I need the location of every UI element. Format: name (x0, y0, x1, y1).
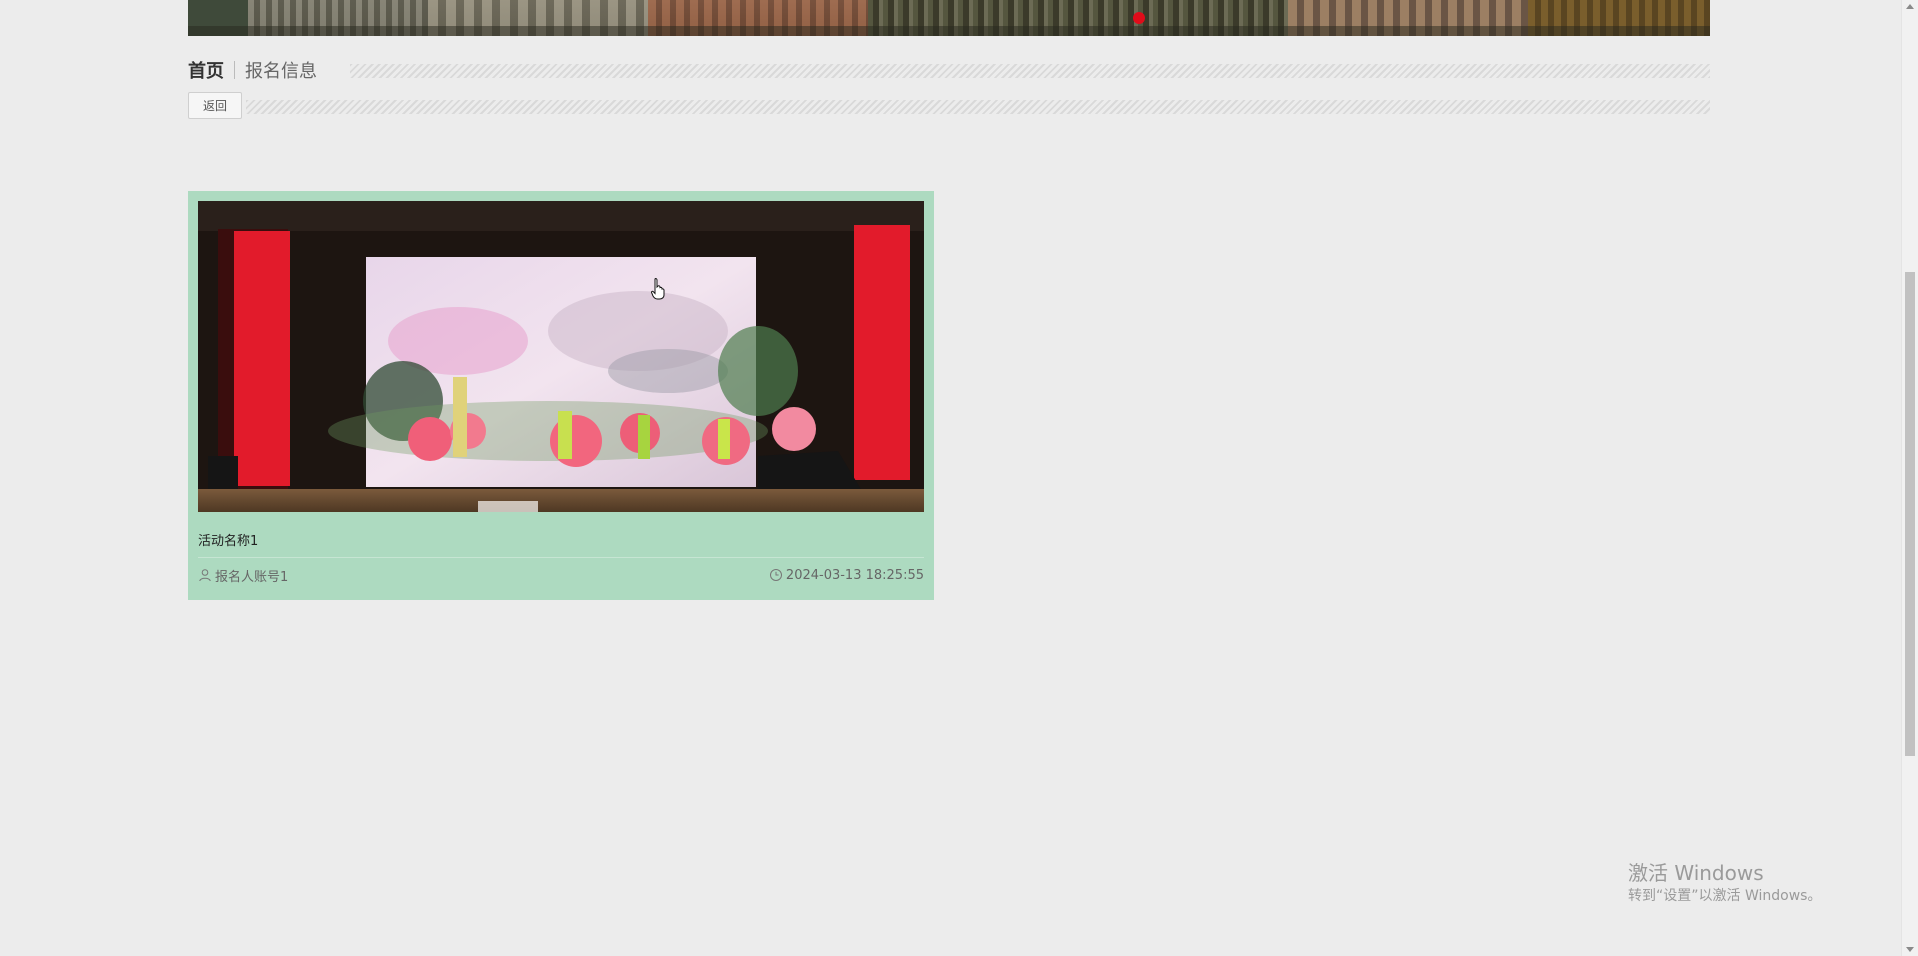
breadcrumb-current: 报名信息 (245, 61, 317, 82)
record-user-label: 报名人账号1 (215, 569, 289, 585)
carousel-indicator-dot[interactable] (1133, 12, 1145, 24)
decorative-stripe (246, 100, 1710, 114)
back-button[interactable]: 返回 (188, 92, 242, 119)
stage-performance-image (198, 201, 924, 512)
record-card[interactable]: 活动名称1 报名人账号1 2024-03-13 18:25:55 (188, 191, 934, 600)
banner-shadow (188, 26, 1710, 36)
hand-cursor-icon (651, 278, 665, 300)
record-title[interactable]: 活动名称1 (198, 530, 258, 549)
vertical-scrollbar[interactable] (1901, 0, 1918, 956)
banner-carousel[interactable] (188, 0, 1710, 36)
windows-activation-watermark: 激活 Windows 转到“设置”以激活 Windows。 (1628, 860, 1821, 906)
user-icon (199, 569, 211, 582)
breadcrumb: 首页 报名信息 (188, 56, 317, 84)
watermark-subtitle: 转到“设置”以激活 Windows。 (1628, 888, 1822, 904)
page: 首页 报名信息 返回 活动名称1 报名人账号1 2024-03-13 18:25… (0, 0, 1918, 956)
clock-icon (769, 569, 782, 581)
card-divider (198, 557, 924, 558)
record-image[interactable] (198, 201, 924, 512)
watermark-title: 激活 Windows (1628, 861, 1764, 885)
record-user: 报名人账号1 (198, 566, 288, 585)
scrollbar-thumb[interactable] (1905, 272, 1915, 756)
breadcrumb-home-link[interactable]: 首页 (188, 57, 224, 83)
decorative-stripe (350, 64, 1710, 78)
record-time-label: 2024-03-13 18:25:55 (785, 567, 924, 583)
scroll-down-icon[interactable] (1906, 947, 1914, 952)
scroll-up-icon[interactable] (1906, 4, 1914, 9)
record-time: 2024-03-13 18:25:55 (769, 568, 924, 583)
breadcrumb-separator (234, 61, 235, 79)
record-meta: 报名人账号1 2024-03-13 18:25:55 (198, 565, 924, 585)
